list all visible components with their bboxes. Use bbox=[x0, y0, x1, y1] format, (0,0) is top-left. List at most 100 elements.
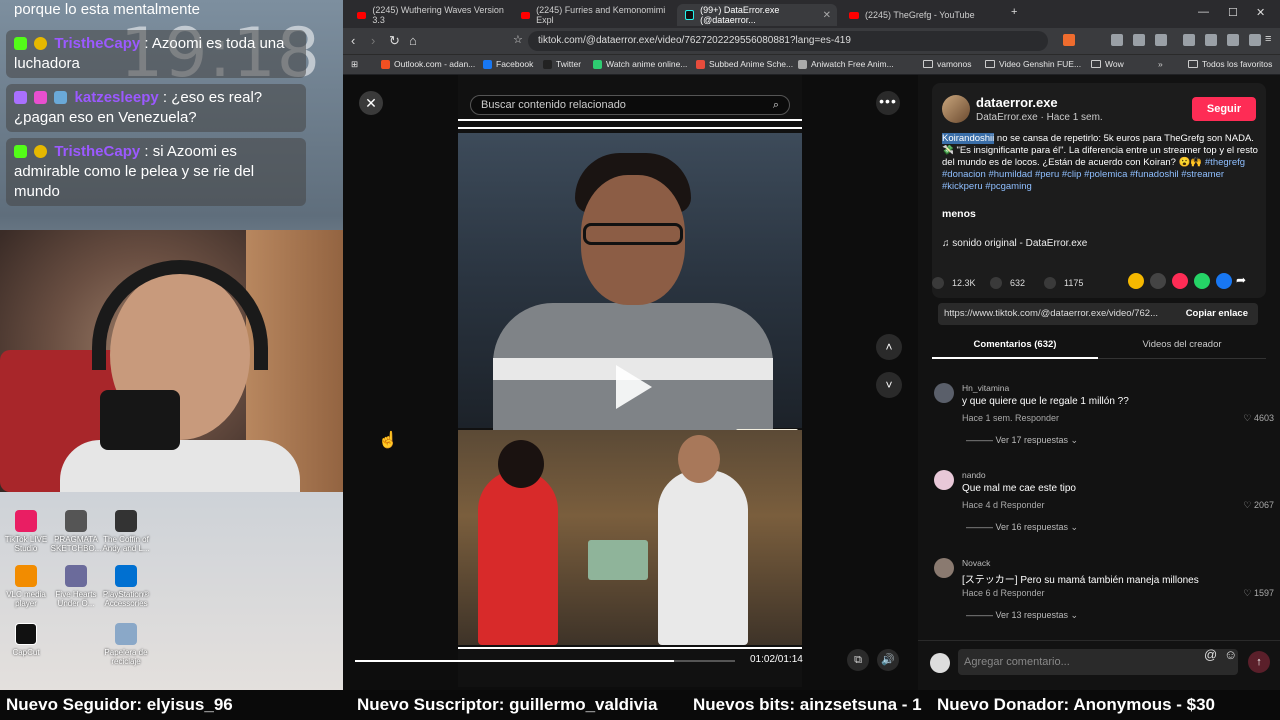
add-comment-bar: Agregar comentario... @ ☺ ↑ bbox=[918, 640, 1280, 690]
play-icon[interactable] bbox=[616, 365, 652, 409]
browser-tab[interactable]: (2245) Furries and Kemonomimi Expl bbox=[513, 4, 673, 26]
commenter-name[interactable]: nando bbox=[962, 470, 986, 480]
url-field[interactable]: tiktok.com/@dataerror.exe/video/76272022… bbox=[528, 31, 1048, 51]
commenter-avatar[interactable] bbox=[934, 470, 954, 490]
previous-video-button[interactable]: ˄ bbox=[876, 334, 902, 360]
coin-icon[interactable] bbox=[1128, 273, 1144, 289]
minimize-button[interactable]: — bbox=[1198, 6, 1209, 18]
view-replies-button[interactable]: ——— Ver 13 respuestas ⌄ bbox=[966, 610, 1078, 621]
browser-tab[interactable]: (2245) TheGrefg - YouTube bbox=[841, 4, 1001, 26]
share-link[interactable]: https://www.tiktok.com/@dataerror.exe/vi… bbox=[944, 303, 1176, 325]
bookmark-folder[interactable]: Video Genshin FUE... bbox=[985, 59, 1081, 69]
save-button[interactable]: 1175 bbox=[1044, 277, 1083, 289]
bookmark-item[interactable]: Twitter bbox=[543, 59, 581, 69]
like-button[interactable]: 12.3K bbox=[932, 277, 976, 289]
commenter-avatar[interactable] bbox=[934, 383, 954, 403]
extension-icon[interactable] bbox=[1227, 34, 1239, 46]
facebook-icon[interactable] bbox=[1216, 273, 1232, 289]
close-window-button[interactable]: ✕ bbox=[1256, 6, 1265, 19]
follow-button[interactable]: Seguir bbox=[1192, 97, 1256, 121]
desktop-icon[interactable]: PlayStation® Accessories bbox=[100, 565, 152, 608]
comment-meta[interactable]: Hace 1 sem. Responder bbox=[962, 413, 1059, 423]
close-tab-icon[interactable]: ✕ bbox=[823, 10, 831, 21]
vlc-icon bbox=[15, 565, 37, 587]
bookmark-item[interactable]: Outlook.com - adan... bbox=[381, 59, 475, 69]
comment-meta[interactable]: Hace 6 d Responder bbox=[962, 588, 1045, 598]
view-replies-button[interactable]: ——— Ver 16 respuestas ⌄ bbox=[966, 522, 1078, 533]
copy-link-button[interactable]: Copiar enlace bbox=[1186, 303, 1248, 325]
related-search-input[interactable]: Buscar contenido relacionado ⌕ bbox=[470, 95, 790, 115]
back-button[interactable]: ‹ bbox=[351, 33, 355, 48]
desktop-icon[interactable]: Five Hearts Under O... bbox=[50, 565, 102, 608]
creator-avatar[interactable] bbox=[942, 95, 970, 123]
menu-icon[interactable]: ≡ bbox=[1265, 33, 1271, 45]
desktop-icon[interactable]: VLC media player bbox=[0, 565, 52, 608]
comment-input[interactable]: Agregar comentario... bbox=[958, 649, 1238, 675]
bookmark-item[interactable]: Watch anime online... bbox=[593, 59, 687, 69]
desktop-icon[interactable]: CapCut bbox=[0, 623, 52, 657]
extension-icon[interactable] bbox=[1155, 34, 1167, 46]
bookmark-folder[interactable]: vamonos bbox=[923, 59, 972, 69]
comment-button[interactable]: 632 bbox=[990, 277, 1025, 289]
tab-creator-videos[interactable]: Videos del creador bbox=[1098, 339, 1266, 350]
show-less-button[interactable]: menos bbox=[942, 208, 976, 220]
send-icon[interactable] bbox=[1172, 273, 1188, 289]
post-comment-button[interactable]: ↑ bbox=[1248, 651, 1270, 673]
more-options-button[interactable]: ••• bbox=[876, 91, 900, 115]
extension-icon[interactable] bbox=[1133, 34, 1145, 46]
bookmark-folder[interactable]: Wow bbox=[1091, 59, 1124, 69]
comment-likes[interactable]: ♡ 4603 bbox=[1243, 413, 1274, 424]
new-tab-button[interactable]: + bbox=[1011, 6, 1017, 18]
chat-message: porque lo esta mentalmente bbox=[6, 0, 306, 24]
close-video-button[interactable]: ✕ bbox=[359, 91, 383, 115]
search-icon[interactable]: ⌕ bbox=[773, 96, 779, 114]
maximize-button[interactable]: ☐ bbox=[1228, 6, 1238, 19]
mention-link[interactable]: Koirandoshii bbox=[942, 133, 995, 144]
desktop-icon[interactable]: TikTok LIVE Studio bbox=[0, 510, 52, 553]
all-bookmarks[interactable]: Todos los favoritos bbox=[1188, 59, 1272, 69]
mention-icon[interactable]: @ bbox=[1204, 647, 1217, 662]
creator-username[interactable]: dataerror.exe bbox=[976, 95, 1058, 110]
volume-icon[interactable]: 🔊 bbox=[877, 649, 899, 671]
forward-button[interactable]: › bbox=[371, 33, 375, 48]
commenter-name[interactable]: Novack bbox=[962, 558, 990, 568]
sound-link[interactable]: ♫ sonido original - DataError.exe bbox=[942, 238, 1087, 249]
user-avatar[interactable] bbox=[930, 653, 950, 673]
commenter-avatar[interactable] bbox=[934, 558, 954, 578]
video-player[interactable]: Buscar contenido relacionado ⌕ bbox=[458, 75, 802, 687]
comment-likes[interactable]: ♡ 1597 bbox=[1243, 588, 1274, 599]
home-button[interactable]: ⌂ bbox=[409, 33, 417, 48]
extension-icon[interactable] bbox=[1249, 34, 1261, 46]
emoji-icon[interactable]: ☺ bbox=[1224, 647, 1237, 662]
brave-shield-icon[interactable] bbox=[1063, 34, 1075, 46]
video-stage: ✕ ••• Buscar contenido relacionado ⌕ 01:… bbox=[343, 75, 918, 690]
view-replies-button[interactable]: ——— Ver 17 respuestas ⌄ bbox=[966, 435, 1078, 446]
desktop-icon[interactable]: PRAGMATA SKETCHBO... bbox=[50, 510, 102, 553]
music-icon[interactable] bbox=[1183, 34, 1195, 46]
reload-button[interactable]: ↻ bbox=[389, 33, 400, 49]
extension-icon[interactable] bbox=[1111, 34, 1123, 46]
share-icon[interactable]: ➦ bbox=[1236, 273, 1252, 289]
desktop-icon[interactable]: Papelera de reciclaje bbox=[100, 623, 152, 666]
comment-meta[interactable]: Hace 4 d Responder bbox=[962, 500, 1045, 510]
video-progress-bar[interactable] bbox=[355, 660, 735, 662]
bookmark-item[interactable]: Subbed Anime Sche... bbox=[696, 59, 793, 69]
chat-overlay: porque lo esta mentalmente TristheCapy :… bbox=[6, 0, 306, 212]
comment-likes[interactable]: ♡ 2067 bbox=[1243, 500, 1274, 511]
browser-tab-active[interactable]: (99+) DataError.exe (@dataerror... ✕ bbox=[677, 4, 837, 26]
bookmark-icon[interactable]: ☆ bbox=[513, 33, 523, 46]
extension-icon[interactable] bbox=[1205, 34, 1217, 46]
tab-comments[interactable]: Comentarios (632) bbox=[932, 339, 1098, 359]
commenter-name[interactable]: Hn_vitamina bbox=[962, 383, 1009, 393]
bookmark-item[interactable]: Aniwatch Free Anim... bbox=[798, 59, 894, 69]
next-video-button[interactable]: ˅ bbox=[876, 372, 902, 398]
pip-icon[interactable]: ⧉ bbox=[847, 649, 869, 671]
apps-icon[interactable]: ⊞ bbox=[351, 59, 358, 70]
bookmark-item[interactable]: Facebook bbox=[483, 59, 533, 69]
desktop-icon[interactable]: The Coffin of Andy and L... bbox=[100, 510, 152, 553]
more-bookmarks-icon[interactable]: » bbox=[1158, 59, 1163, 69]
browser-tab[interactable]: (2245) Wuthering Waves Version 3.3 bbox=[349, 4, 509, 26]
outlook-icon bbox=[381, 59, 390, 69]
whatsapp-icon[interactable] bbox=[1194, 273, 1210, 289]
embed-icon[interactable] bbox=[1150, 273, 1166, 289]
